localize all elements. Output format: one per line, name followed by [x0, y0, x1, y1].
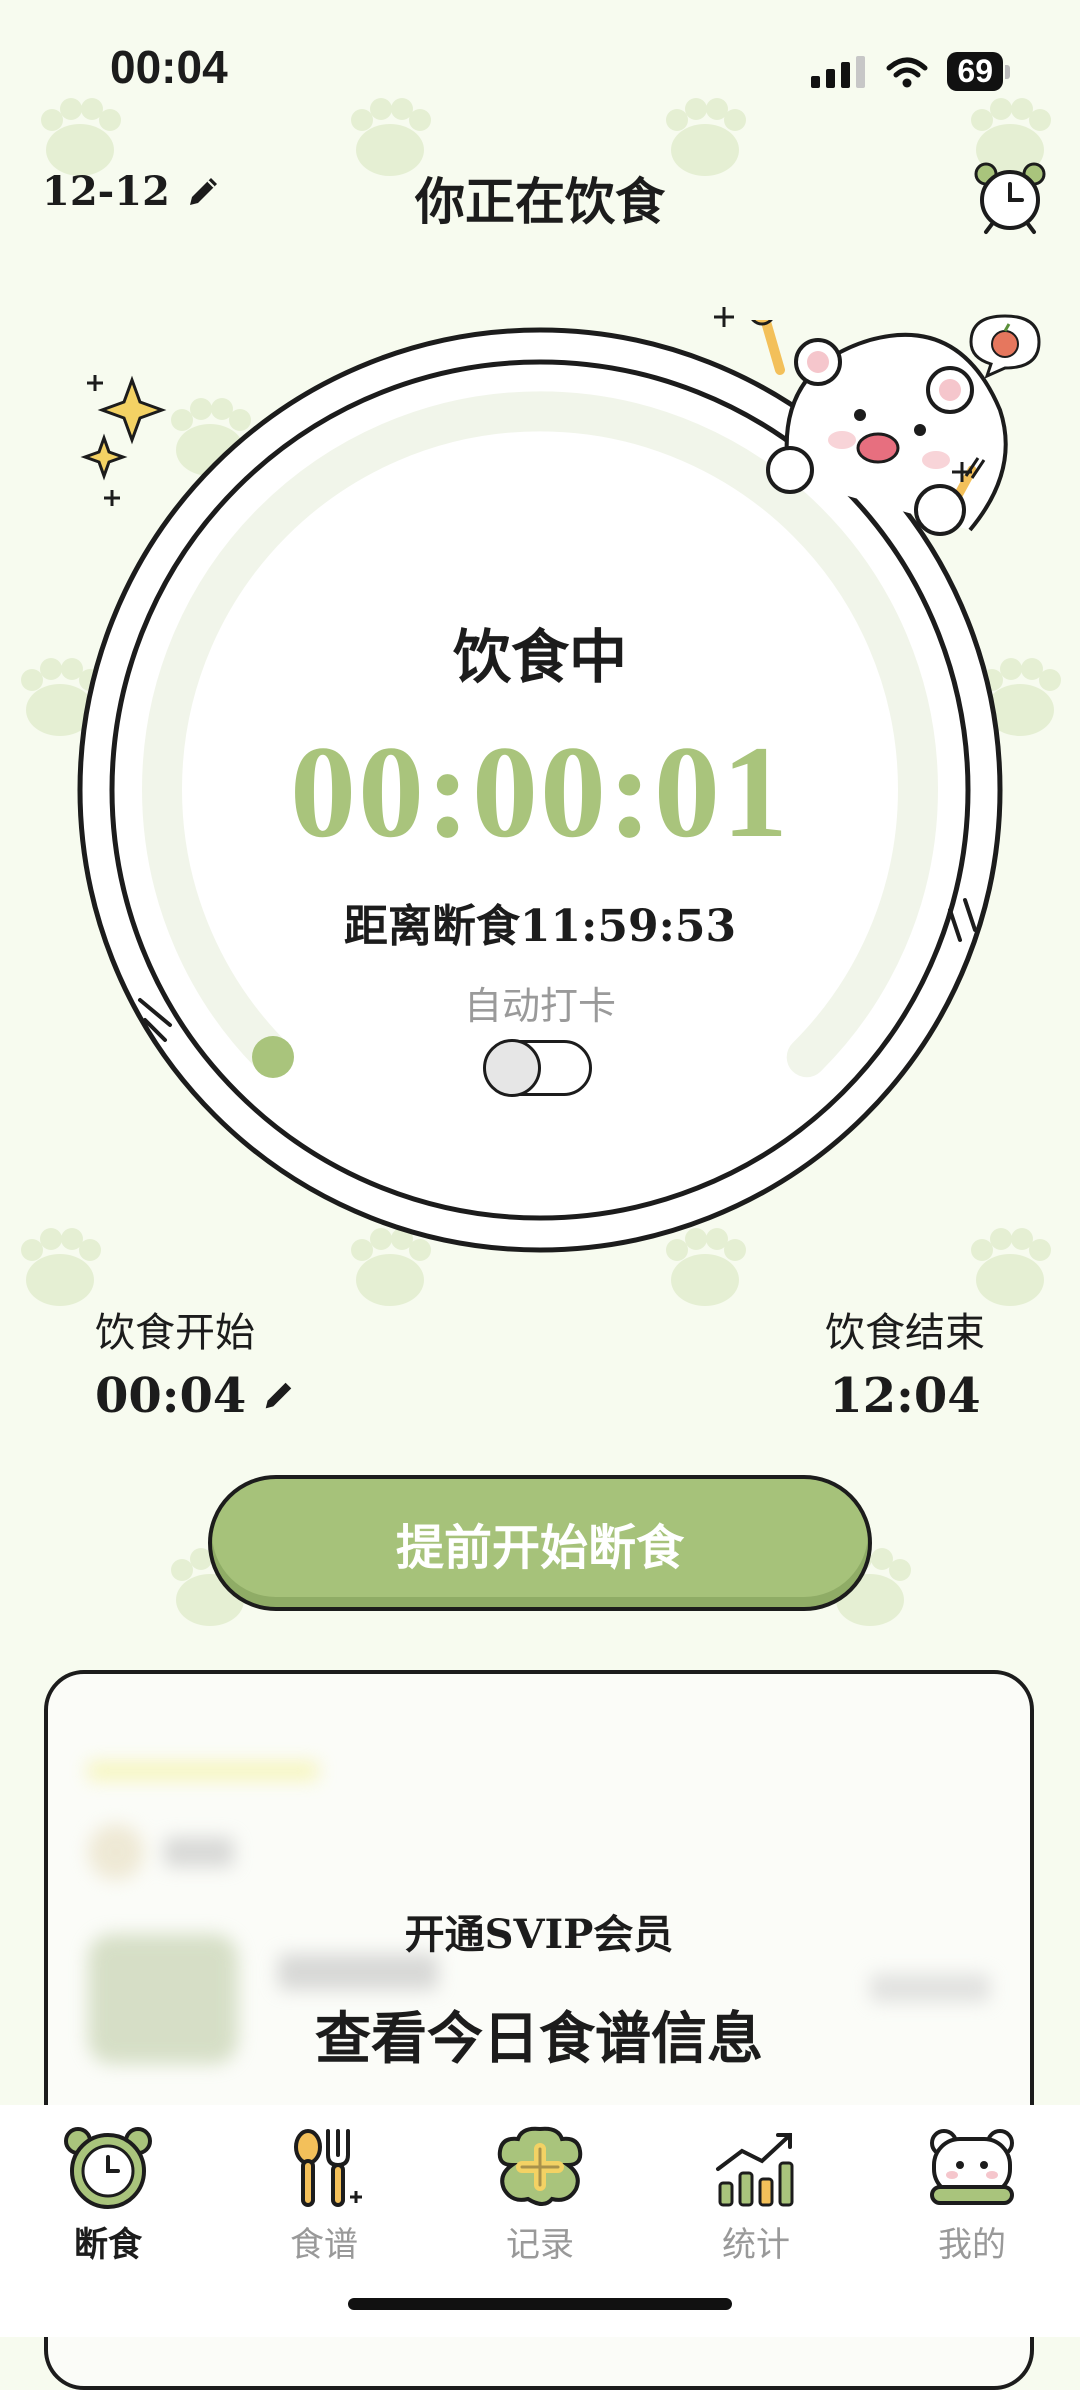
tab-label: 记录 — [506, 2225, 574, 2265]
auto-checkin-toggle[interactable] — [483, 1039, 592, 1097]
view-recipe-prompt: 查看今日食谱信息 — [315, 2006, 763, 2072]
sparkle-icon — [80, 375, 167, 481]
battery-level: 69 — [947, 52, 1003, 91]
wifi-icon — [886, 57, 928, 87]
tab-label: 我的 — [938, 2225, 1006, 2265]
tab-profile[interactable]: 我的 — [864, 2125, 1080, 2266]
eating-end-label: 饮食结束 — [825, 1310, 985, 1356]
eating-start[interactable]: 饮食开始 00:04 — [95, 1300, 296, 1424]
status-time: 00:04 — [110, 41, 228, 93]
progress-indicator — [252, 1036, 294, 1078]
start-fasting-early-button[interactable]: 提前开始断食 — [208, 1475, 872, 1611]
page-title: 你正在饮食 — [415, 172, 665, 231]
stats-chart-icon — [716, 2133, 794, 2207]
tab-stats[interactable]: 统计 — [648, 2125, 864, 2266]
status-icons: 69 — [811, 52, 1010, 91]
add-record-icon — [497, 2126, 583, 2206]
elapsed-timer: 00:00:01 — [290, 718, 790, 865]
home-indicator[interactable] — [348, 2298, 732, 2310]
pencil-icon[interactable] — [260, 1378, 296, 1414]
eating-start-time: 00:04 — [95, 1368, 296, 1424]
clock-bear-icon — [64, 2127, 152, 2209]
plus-sparkle-icon — [714, 307, 734, 327]
toggle-knob — [483, 1039, 541, 1097]
auto-checkin-label: 自动打卡 — [463, 984, 616, 1028]
speech-bubble-apple-icon — [969, 314, 1041, 379]
tab-recipes[interactable]: 食谱 — [216, 2125, 432, 2266]
eating-start-time-value: 00:04 — [95, 1368, 247, 1424]
fasting-countdown: 距离断食11:59:53 — [343, 901, 737, 952]
tab-label: 统计 — [722, 2225, 790, 2265]
top-bar: 12-12 你正在饮食 — [0, 150, 1080, 240]
utensils-icon — [294, 2129, 362, 2207]
tab-label: 食谱 — [290, 2225, 358, 2265]
tab-fasting[interactable]: 断食 — [0, 2125, 216, 2266]
battery-indicator: 69 — [947, 52, 1010, 91]
eating-end: 饮食结束 12:04 — [825, 1300, 985, 1424]
plus-sparkle-icon — [952, 462, 972, 482]
tab-label: 断食 — [74, 2225, 142, 2265]
bear-profile-icon — [930, 2129, 1014, 2205]
cellular-signal-icon — [811, 55, 866, 88]
svip-prompt: 开通SVIP会员 — [404, 1911, 674, 1958]
alarm-clock-icon[interactable] — [970, 156, 1050, 236]
status-bar: 00:04 69 — [0, 0, 1080, 130]
tab-records[interactable]: 记录 — [432, 2125, 648, 2266]
eating-start-label: 饮食开始 — [95, 1310, 255, 1356]
eating-end-time: 12:04 — [829, 1368, 981, 1424]
eating-state-label: 饮食中 — [452, 623, 627, 691]
